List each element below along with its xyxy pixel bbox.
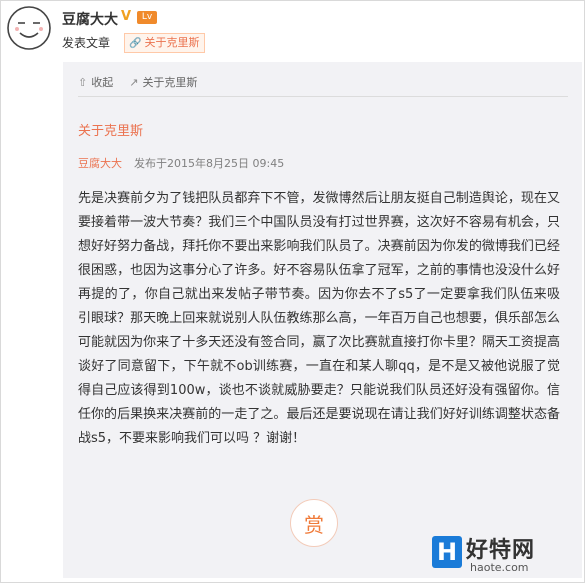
article-meta: 豆腐大大 发布于2015年8月25日 09:45 — [78, 155, 568, 171]
username[interactable]: 豆腐大大 — [62, 9, 118, 29]
watermark-brand: 好特网 — [466, 538, 536, 563]
watermark-logo: H 好特网 haote.com — [432, 530, 582, 578]
open-article-label: 关于克里斯 — [142, 76, 198, 89]
reward-button[interactable]: 赏 — [290, 499, 338, 547]
level-badge: Lv — [137, 11, 157, 24]
external-link-icon: ↗ — [129, 75, 139, 89]
link-icon: 🔗 — [129, 38, 142, 49]
collapse-icon: ⇧ — [78, 75, 88, 89]
reward-label: 赏 — [304, 512, 324, 537]
article-author[interactable]: 豆腐大大 — [78, 157, 122, 170]
watermark-letter: H — [432, 536, 462, 568]
article-chip[interactable]: 🔗 关于克里斯 — [124, 33, 206, 53]
verified-badge: V — [121, 9, 132, 24]
divider — [78, 96, 568, 97]
article-title[interactable]: 关于克里斯 — [78, 120, 568, 139]
card-actions: ⇧ 收起 ↗ 关于克里斯 — [78, 69, 568, 95]
post-action-text: 发表文章 — [62, 36, 111, 50]
collapse-button[interactable]: ⇧ 收起 — [78, 74, 113, 90]
open-article-link[interactable]: ↗ 关于克里斯 — [129, 74, 197, 90]
watermark-url: haote.com — [470, 561, 529, 574]
article-chip-label: 关于克里斯 — [144, 36, 200, 49]
collapse-label: 收起 — [91, 76, 114, 89]
publish-date: 发布于2015年8月25日 09:45 — [134, 157, 285, 170]
article-body: 先是决赛前夕为了钱把队员都弃下不管，发微博然后让朋友挺自己制造舆论，现在又要接着… — [78, 191, 560, 446]
article-card: ⇧ 收起 ↗ 关于克里斯 关于克里斯 豆腐大大 发布于2015年8月25日 09:… — [63, 62, 582, 578]
avatar[interactable] — [6, 5, 52, 51]
